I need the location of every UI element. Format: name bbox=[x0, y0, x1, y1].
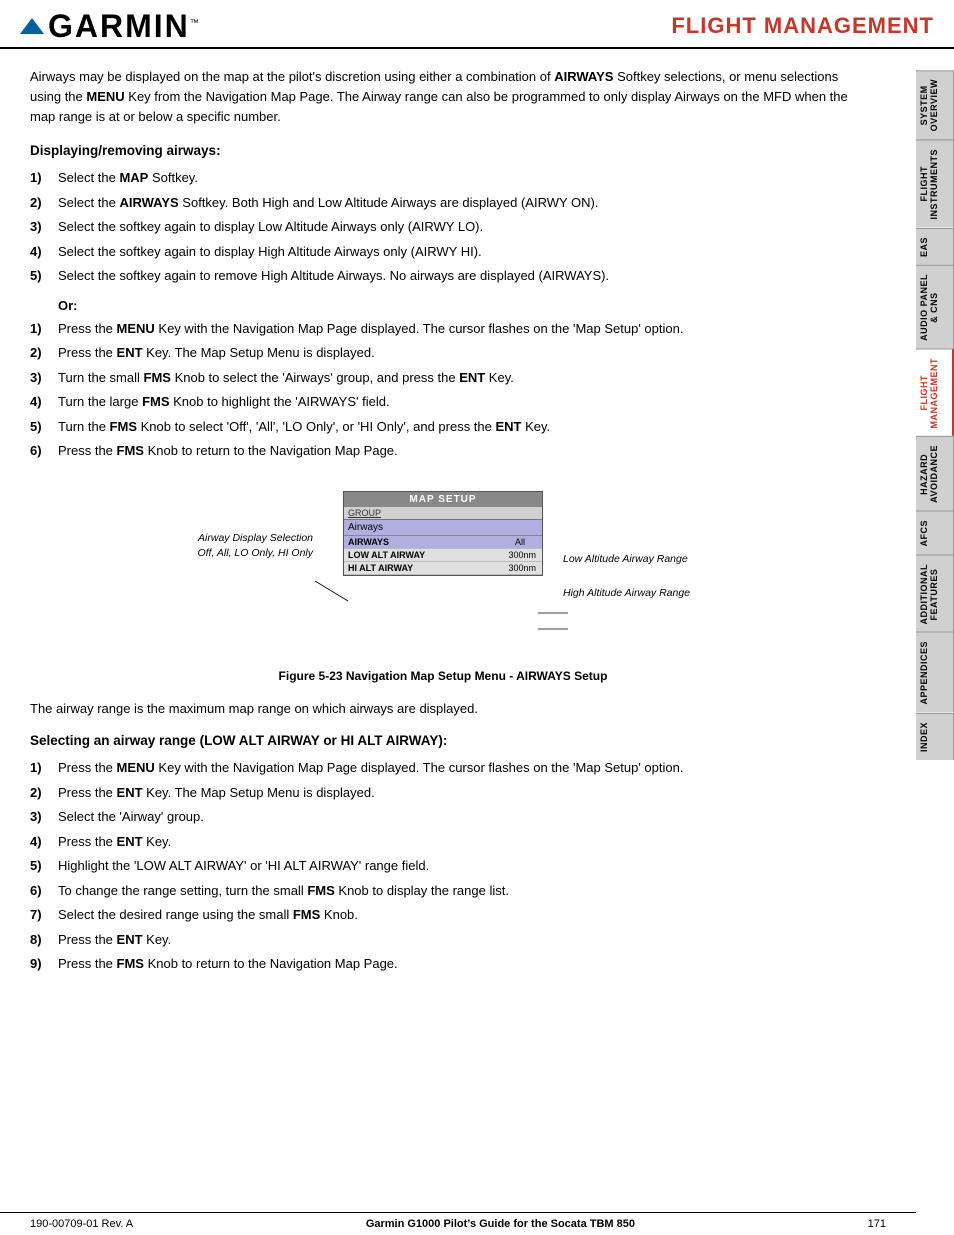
sidebar-tab-afcs[interactable]: AFCS bbox=[916, 511, 954, 555]
intro-paragraph: Airways may be displayed on the map at t… bbox=[30, 67, 856, 127]
section1-heading: Displaying/removing airways: bbox=[30, 143, 856, 158]
map-setup-panel: MAP SETUP GROUP Airways AIRWAYS All LOW … bbox=[343, 491, 543, 576]
list-item: 2) Select the AIRWAYS Softkey. Both High… bbox=[30, 193, 856, 213]
section2-heading: Selecting an airway range (LOW ALT AIRWA… bbox=[30, 733, 856, 748]
sidebar-tab-flight-management[interactable]: FLIGHTMANAGEMENT bbox=[916, 349, 954, 437]
page-footer: 190-00709-01 Rev. A Garmin G1000 Pilot’s… bbox=[0, 1212, 916, 1235]
list-item: 1) Select the MAP Softkey. bbox=[30, 168, 856, 188]
footer-left: 190-00709-01 Rev. A bbox=[30, 1218, 133, 1230]
list-item: 4) Select the softkey again to display H… bbox=[30, 242, 856, 262]
garmin-logo: GARMIN™ bbox=[20, 10, 201, 42]
right-annotation-high: High Altitude Airway Range bbox=[563, 587, 763, 599]
sidebar-tab-eas[interactable]: EAS bbox=[916, 228, 954, 265]
airway-range-paragraph: The airway range is the maximum map rang… bbox=[30, 699, 856, 719]
map-setup-title: MAP SETUP bbox=[344, 492, 542, 507]
group-row: GROUP bbox=[344, 507, 542, 520]
list-item: 1) Press the MENU Key with the Navigatio… bbox=[30, 319, 856, 339]
list-item: 2) Press the ENT Key. The Map Setup Menu… bbox=[30, 343, 856, 363]
right-annotation-low: Low Altitude Airway Range bbox=[563, 553, 763, 565]
left-annotation: Airway Display SelectionOff, All, LO Onl… bbox=[123, 531, 313, 560]
figure-caption: Figure 5-23 Navigation Map Setup Menu - … bbox=[30, 669, 856, 683]
section1-list: 1) Select the MAP Softkey. 2) Select the… bbox=[30, 168, 856, 286]
list-item: 5) Highlight the 'LOW ALT AIRWAY' or 'HI… bbox=[30, 856, 856, 876]
footer-center: Garmin G1000 Pilot’s Guide for the Socat… bbox=[366, 1218, 635, 1230]
low-alt-row: LOW ALT AIRWAY 300nm bbox=[344, 549, 542, 562]
list-item: 8) Press the ENT Key. bbox=[30, 930, 856, 950]
list-item: 1) Press the MENU Key with the Navigatio… bbox=[30, 758, 856, 778]
section1b-list: 1) Press the MENU Key with the Navigatio… bbox=[30, 319, 856, 461]
main-content: Airways may be displayed on the map at t… bbox=[0, 49, 916, 1006]
list-item: 3) Select the softkey again to display L… bbox=[30, 217, 856, 237]
list-item: 3) Select the 'Airway' group. bbox=[30, 807, 856, 827]
sidebar-tab-flight-instruments[interactable]: FLIGHTINSTRUMENTS bbox=[916, 140, 954, 228]
logo-triangle-icon bbox=[20, 18, 44, 34]
list-item: 5) Turn the FMS Knob to select 'Off', 'A… bbox=[30, 417, 856, 437]
section2-list: 1) Press the MENU Key with the Navigatio… bbox=[30, 758, 856, 974]
sidebar-tab-appendices[interactable]: APPENDICES bbox=[916, 632, 954, 713]
logo-wordmark: GARMIN™ bbox=[48, 10, 201, 42]
list-item: 4) Turn the large FMS Knob to highlight … bbox=[30, 392, 856, 412]
list-item: 3) Turn the small FMS Knob to select the… bbox=[30, 368, 856, 388]
list-item: 6) To change the range setting, turn the… bbox=[30, 881, 856, 901]
footer-right: 171 bbox=[868, 1218, 886, 1230]
sidebar-tab-additional-features[interactable]: ADDITIONALFEATURES bbox=[916, 555, 954, 633]
airways-row: AIRWAYS All bbox=[344, 536, 542, 549]
sidebar-tab-system-overview[interactable]: SYSTEMOVERVIEW bbox=[916, 70, 954, 140]
sidebar: SYSTEMOVERVIEW FLIGHTINSTRUMENTS EAS AUD… bbox=[916, 70, 954, 760]
list-item: 6) Press the FMS Knob to return to the N… bbox=[30, 441, 856, 461]
hi-alt-row: HI ALT AIRWAY 300nm bbox=[344, 562, 542, 575]
page-header: GARMIN™ FLIGHT MANAGEMENT bbox=[0, 0, 954, 49]
sidebar-tab-hazard-avoidance[interactable]: HAZARDAVOIDANCE bbox=[916, 436, 954, 511]
map-setup-box: MAP SETUP GROUP Airways AIRWAYS All LOW … bbox=[343, 491, 543, 576]
page-title: FLIGHT MANAGEMENT bbox=[671, 13, 934, 39]
list-item: 5) Select the softkey again to remove Hi… bbox=[30, 266, 856, 286]
sidebar-tab-audio-panel-cns[interactable]: AUDIO PANEL& CNS bbox=[916, 265, 954, 349]
diagram-container: Airway Display SelectionOff, All, LO Onl… bbox=[30, 481, 856, 661]
sidebar-tab-index[interactable]: INDEX bbox=[916, 713, 954, 760]
list-item: 7) Select the desired range using the sm… bbox=[30, 905, 856, 925]
airways-value-row: Airways bbox=[344, 520, 542, 536]
list-item: 2) Press the ENT Key. The Map Setup Menu… bbox=[30, 783, 856, 803]
diagram-outer: Airway Display SelectionOff, All, LO Onl… bbox=[123, 481, 763, 661]
group-label: GROUP bbox=[348, 508, 381, 518]
list-item: 9) Press the FMS Knob to return to the N… bbox=[30, 954, 856, 974]
or-text: Or: bbox=[58, 298, 856, 313]
list-item: 4) Press the ENT Key. bbox=[30, 832, 856, 852]
